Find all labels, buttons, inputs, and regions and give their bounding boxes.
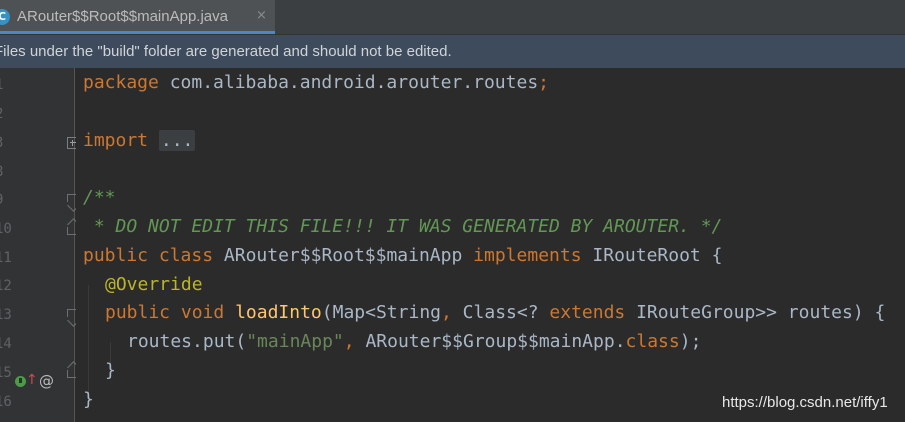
implements-icon[interactable] <box>15 376 26 387</box>
close-icon[interactable]: × <box>256 8 267 23</box>
line-number: 13 <box>0 307 12 323</box>
code-line-15: } <box>105 360 116 381</box>
editor-tab-bar: C ARouter$$Root$$mainApp.java × <box>0 0 905 35</box>
line-number: 2 <box>0 105 9 123</box>
code-line-1: package com.alibaba.android.arouter.rout… <box>83 72 549 93</box>
annotation-at-icon: @ <box>39 372 54 390</box>
folded-imports[interactable]: ... <box>158 130 196 151</box>
code-line-10: * DO NOT EDIT THIS FILE!!! IT WAS GENERA… <box>83 216 723 237</box>
line-number: 1 <box>0 76 9 94</box>
override-arrow-icon[interactable]: ↑ <box>26 372 38 388</box>
line-number: 8 <box>0 163 9 181</box>
banner-text: Files under the "build" folder are gener… <box>0 43 452 60</box>
code-line-14: routes.put("mainApp", ARouter$$Group$$ma… <box>127 331 702 352</box>
line-number: 3 <box>0 134 9 152</box>
line-number: 11 <box>0 250 12 266</box>
code-line-13: public void loadInto(Map<String, Class<?… <box>105 302 886 323</box>
code-editor[interactable]: package com.alibaba.android.arouter.rout… <box>76 68 905 422</box>
line-number: 14 <box>0 336 12 352</box>
line-number: 16 <box>0 394 12 410</box>
line-number: 12 <box>0 278 12 294</box>
code-line-3: import ... <box>83 130 196 151</box>
line-number: 9 <box>0 191 9 209</box>
code-line-16: } <box>83 389 94 410</box>
line-number: 15 <box>0 365 12 381</box>
generated-file-warning-banner: Files under the "build" folder are gener… <box>0 35 905 68</box>
tab-arouter-root-mainapp[interactable]: C ARouter$$Root$$mainApp.java × <box>0 0 275 34</box>
class-c-icon: C <box>0 9 10 25</box>
code-line-12: @Override <box>105 274 203 295</box>
code-line-9: /** <box>83 187 116 208</box>
code-line-11: public class ARouter$$Root$$mainApp impl… <box>83 245 723 266</box>
line-number: 10 <box>0 221 12 237</box>
tab-title: ARouter$$Root$$mainApp.java <box>17 8 228 25</box>
watermark-url: https://blog.csdn.net/iffy1 <box>722 394 888 411</box>
line-number-gutter[interactable]: 1 2 3 8 9 10 11 12 13 15 14 16 ↑ @ <box>0 68 79 422</box>
